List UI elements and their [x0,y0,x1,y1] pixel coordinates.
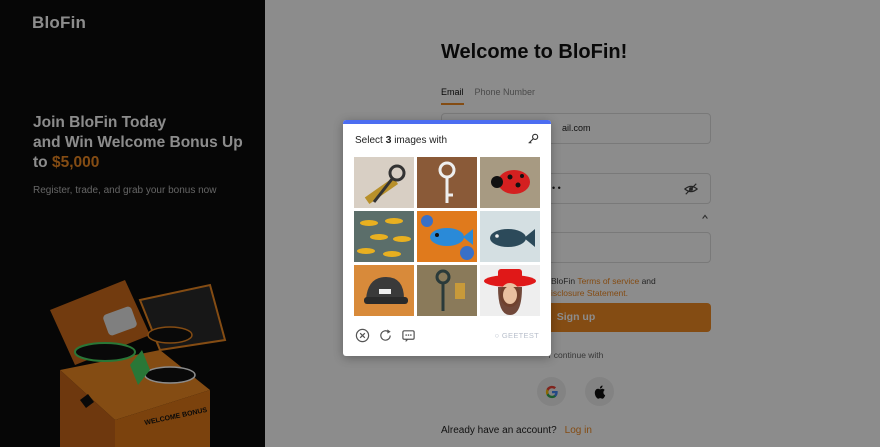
close-icon[interactable] [355,328,370,343]
geetest-brand: ○ GEETEST [494,331,539,340]
captcha-dialog: Select 3 images with ○ GEETEST [343,120,551,356]
captcha-tile-ladybug[interactable] [480,157,540,208]
captcha-tile-fish[interactable] [480,211,540,262]
captcha-tile-fish[interactable] [417,211,477,262]
key-icon[interactable] [527,133,539,145]
captcha-tile-key[interactable] [417,265,477,316]
feedback-icon[interactable] [401,328,416,343]
captcha-prompt: Select 3 images with [355,134,448,146]
captcha-tile-key[interactable] [354,157,414,208]
captcha-tile-fish[interactable] [354,211,414,262]
captcha-tile-hat[interactable] [480,265,540,316]
captcha-tile-key[interactable] [417,157,477,208]
captcha-footer-controls [355,328,416,343]
refresh-icon[interactable] [378,328,393,343]
captcha-image-grid [354,157,540,316]
captcha-accent-bar [343,120,551,124]
captcha-count: 3 [385,134,392,146]
captcha-tile-hat[interactable] [354,265,414,316]
